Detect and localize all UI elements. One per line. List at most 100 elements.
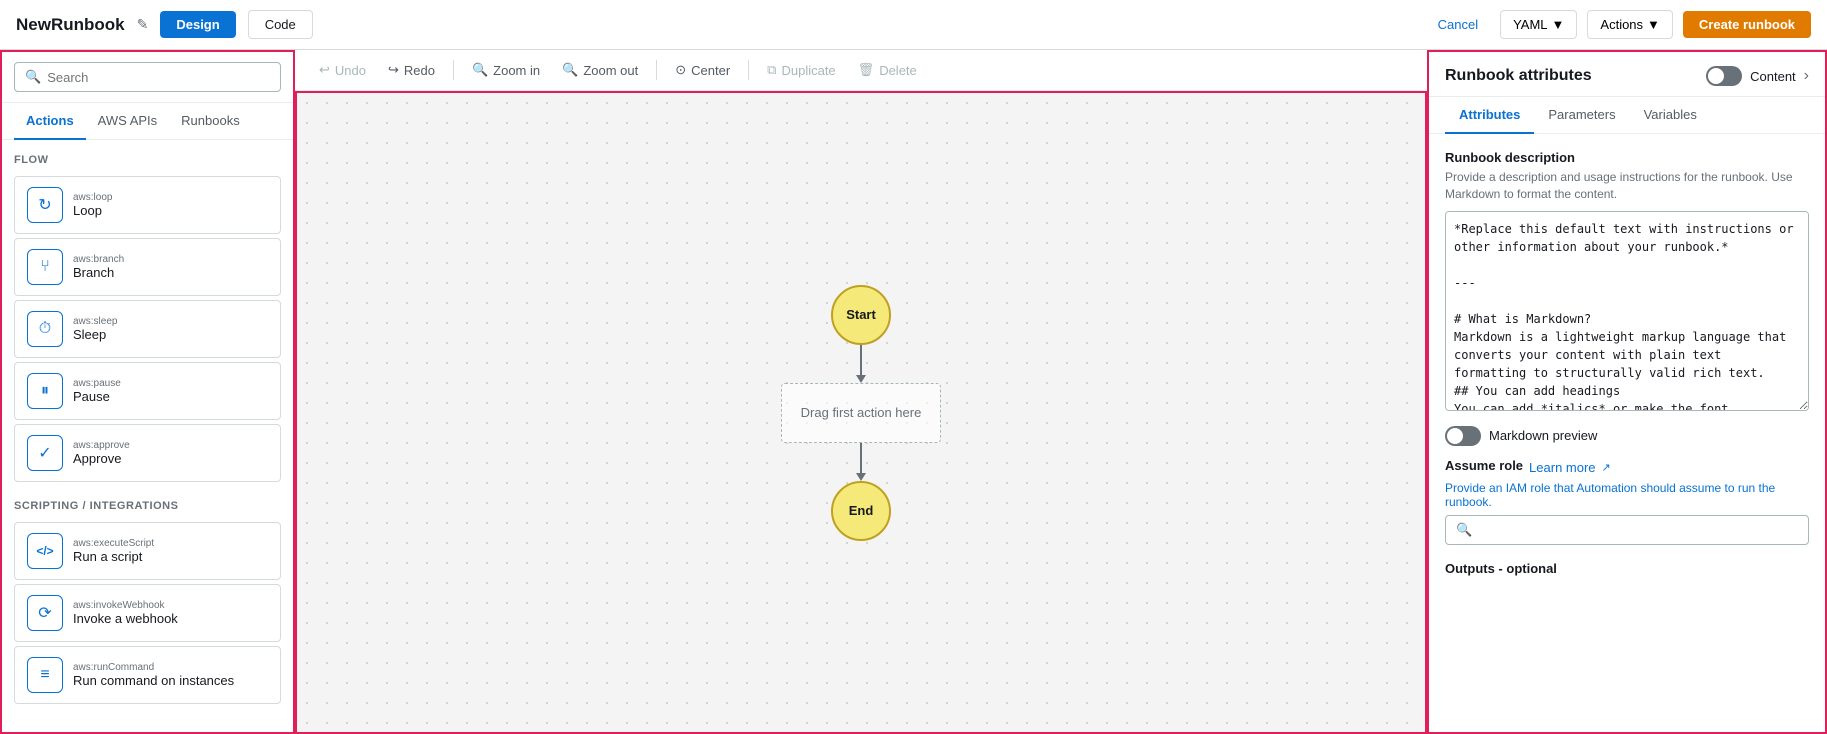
tab-variables[interactable]: Variables <box>1630 97 1711 134</box>
section-scripting-label: SCRIPTING / INTEGRATIONS <box>2 486 293 518</box>
markdown-preview-toggle[interactable] <box>1445 426 1481 446</box>
list-item[interactable]: ⏸ aws:pause Pause <box>14 362 281 420</box>
outputs-label: Outputs - optional <box>1445 561 1557 576</box>
zoom-out-label: Zoom out <box>583 63 638 78</box>
list-item[interactable]: </> aws:executeScript Run a script <box>14 522 281 580</box>
markdown-toggle-track <box>1445 426 1481 446</box>
start-label: Start <box>846 307 876 322</box>
list-item[interactable]: ≡ aws:runCommand Run command on instance… <box>14 646 281 704</box>
execute-script-ns: aws:executeScript <box>73 538 154 549</box>
run-command-icon: ≡ <box>27 657 63 693</box>
content-label: Content <box>1750 69 1796 84</box>
approve-text: aws:approve Approve <box>73 440 130 466</box>
panel-tabs: Attributes Parameters Variables <box>1429 97 1825 134</box>
learn-more-link[interactable]: Learn more <box>1529 460 1595 475</box>
top-bar-left: NewRunbook ✎ Design Code <box>16 10 313 39</box>
section-flow-label: FLOW <box>2 140 293 172</box>
list-item[interactable]: ⟳ aws:invokeWebhook Invoke a webhook <box>14 584 281 642</box>
pause-ns: aws:pause <box>73 378 121 389</box>
panel-header-right: Content › <box>1706 66 1809 86</box>
assume-role-input[interactable] <box>1478 522 1798 537</box>
search-input[interactable] <box>47 70 270 85</box>
arrow-1 <box>856 345 866 383</box>
list-item[interactable]: ⑂ aws:branch Branch <box>14 238 281 296</box>
flow-diagram: Start Drag first action here End <box>781 285 941 541</box>
branch-icon: ⑂ <box>27 249 63 285</box>
invoke-webhook-text: aws:invokeWebhook Invoke a webhook <box>73 600 178 626</box>
list-item[interactable]: ↻ aws:loop Loop <box>14 176 281 234</box>
top-bar-right: Cancel YAML ▼ Actions ▼ Create runbook <box>1426 10 1811 39</box>
undo-button[interactable]: ↩ Undo <box>311 58 374 82</box>
markdown-preview-row: Markdown preview <box>1445 426 1809 446</box>
actions-top-button[interactable]: Actions ▼ <box>1587 10 1673 39</box>
tab-actions[interactable]: Actions <box>14 103 86 140</box>
sidebar-tabs-row: Actions AWS APIs Runbooks <box>2 103 293 140</box>
yaml-label: YAML <box>1513 17 1547 32</box>
description-textarea[interactable]: *Replace this default text with instruct… <box>1445 211 1809 411</box>
design-button[interactable]: Design <box>160 11 235 38</box>
drop-zone[interactable]: Drag first action here <box>781 383 941 443</box>
list-item[interactable]: ✓ aws:approve Approve <box>14 424 281 482</box>
cancel-button[interactable]: Cancel <box>1426 11 1490 38</box>
tab-parameters[interactable]: Parameters <box>1534 97 1629 134</box>
branch-ns: aws:branch <box>73 254 124 265</box>
arrow-2 <box>856 443 866 481</box>
markdown-toggle-thumb <box>1447 428 1463 444</box>
yaml-chevron-icon: ▼ <box>1552 17 1565 32</box>
panel-title: Runbook attributes <box>1445 67 1592 85</box>
toolbar-divider-2 <box>656 60 657 80</box>
duplicate-button[interactable]: ⧉ Duplicate <box>759 58 844 82</box>
execute-script-name: Run a script <box>73 549 154 564</box>
duplicate-icon: ⧉ <box>767 62 776 78</box>
content-toggle[interactable] <box>1706 66 1742 86</box>
sleep-text: aws:sleep Sleep <box>73 316 117 342</box>
search-icon: 🔍 <box>25 69 41 85</box>
search-box: 🔍 <box>14 62 281 92</box>
markdown-preview-label: Markdown preview <box>1489 428 1597 443</box>
center-label: Center <box>691 63 730 78</box>
loop-icon: ↻ <box>27 187 63 223</box>
tab-runbooks[interactable]: Runbooks <box>169 103 252 140</box>
zoom-in-button[interactable]: 🔍 Zoom in <box>464 58 548 82</box>
code-button[interactable]: Code <box>248 10 313 39</box>
canvas-wrapper: Start Drag first action here End <box>295 91 1427 734</box>
end-node[interactable]: End <box>831 481 891 541</box>
invoke-webhook-ns: aws:invokeWebhook <box>73 600 178 611</box>
yaml-button[interactable]: YAML ▼ <box>1500 10 1577 39</box>
execute-script-icon: </> <box>27 533 63 569</box>
approve-ns: aws:approve <box>73 440 130 451</box>
center-button[interactable]: ⊙ Center <box>667 58 738 82</box>
arrow-head-1 <box>856 375 866 383</box>
edit-icon[interactable]: ✎ <box>137 16 149 33</box>
actions-top-label: Actions <box>1600 17 1643 32</box>
learn-more-external-icon: ↗ <box>1602 461 1611 474</box>
assume-role-desc: Provide an IAM role that Automation shou… <box>1445 481 1809 509</box>
zoom-out-button[interactable]: 🔍 Zoom out <box>554 58 646 82</box>
tab-attributes[interactable]: Attributes <box>1445 97 1534 134</box>
panel-chevron-icon[interactable]: › <box>1804 67 1809 85</box>
run-command-ns: aws:runCommand <box>73 662 234 673</box>
assume-role-input-box: 🔍 <box>1445 515 1809 545</box>
branch-name: Branch <box>73 265 124 280</box>
create-runbook-button[interactable]: Create runbook <box>1683 11 1811 38</box>
arrow-line-1 <box>860 345 862 375</box>
left-sidebar: 🔍 Actions AWS APIs Runbooks FLOW ↻ aws:l… <box>0 50 295 734</box>
tab-aws-apis[interactable]: AWS APIs <box>86 103 169 140</box>
undo-label: Undo <box>335 63 366 78</box>
pause-icon: ⏸ <box>27 373 63 409</box>
run-command-text: aws:runCommand Run command on instances <box>73 662 234 688</box>
canvas[interactable]: Start Drag first action here End <box>295 91 1427 734</box>
start-node[interactable]: Start <box>831 285 891 345</box>
toggle-thumb <box>1708 68 1724 84</box>
zoom-out-icon: 🔍 <box>562 62 578 78</box>
branch-text: aws:branch Branch <box>73 254 124 280</box>
approve-icon: ✓ <box>27 435 63 471</box>
end-label: End <box>849 503 874 518</box>
invoke-webhook-name: Invoke a webhook <box>73 611 178 626</box>
delete-button[interactable]: 🗑 Delete <box>850 58 925 82</box>
run-command-name: Run command on instances <box>73 673 234 688</box>
list-item[interactable]: ⏱ aws:sleep Sleep <box>14 300 281 358</box>
redo-button[interactable]: ↪ Redo <box>380 58 443 82</box>
arrow-line-2 <box>860 443 862 473</box>
canvas-area: ↩ Undo ↪ Redo 🔍 Zoom in 🔍 Zoom out ⊙ Cen… <box>295 50 1427 734</box>
